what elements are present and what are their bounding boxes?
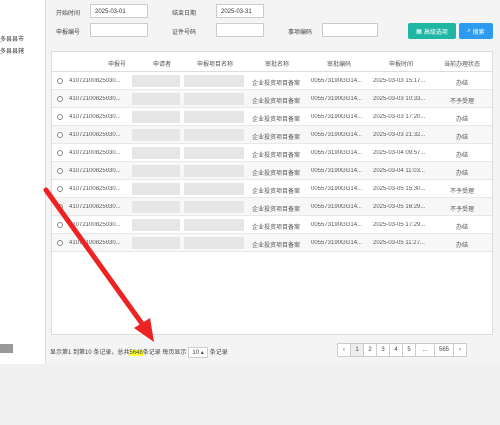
red-arrow-annotation bbox=[43, 187, 154, 342]
arrow-shaft bbox=[43, 187, 151, 335]
arrow-head bbox=[134, 318, 154, 342]
